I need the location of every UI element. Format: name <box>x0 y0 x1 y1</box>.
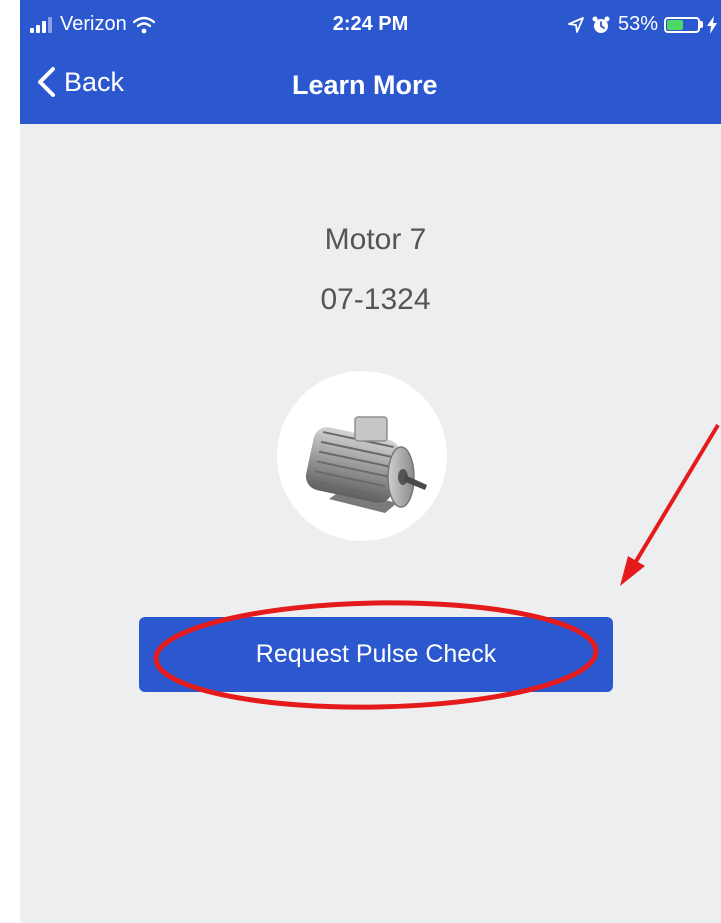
battery-cap <box>700 21 703 28</box>
phone-screen: Verizon 2:24 PM 53% Back Learn More Moto… <box>20 0 721 923</box>
status-right: 53% <box>568 13 717 36</box>
asset-id: 07-1324 <box>320 283 431 316</box>
asset-name: Motor 7 <box>324 223 427 256</box>
battery-percent: 53% <box>617 13 658 35</box>
battery-icon <box>664 16 700 33</box>
charging-icon <box>707 15 717 34</box>
battery-fill <box>667 19 683 30</box>
request-pulse-check-label: Request Pulse Check <box>255 640 497 668</box>
status-bar: Verizon 2:24 PM 53% <box>20 0 721 50</box>
electric-motor-icon <box>305 416 427 513</box>
alarm-icon <box>592 16 610 33</box>
location-arrow-icon <box>568 16 584 33</box>
motor-image <box>277 371 447 541</box>
navigation-bar: Back Learn More <box>20 56 721 114</box>
back-label: Back <box>64 66 125 97</box>
back-button[interactable]: Back <box>36 66 124 98</box>
page-title: Learn More <box>292 70 438 100</box>
top-bar: Verizon 2:24 PM 53% Back Learn More <box>20 0 721 124</box>
request-pulse-check-button[interactable]: Request Pulse Check <box>139 617 613 692</box>
chevron-left-icon <box>38 67 55 97</box>
